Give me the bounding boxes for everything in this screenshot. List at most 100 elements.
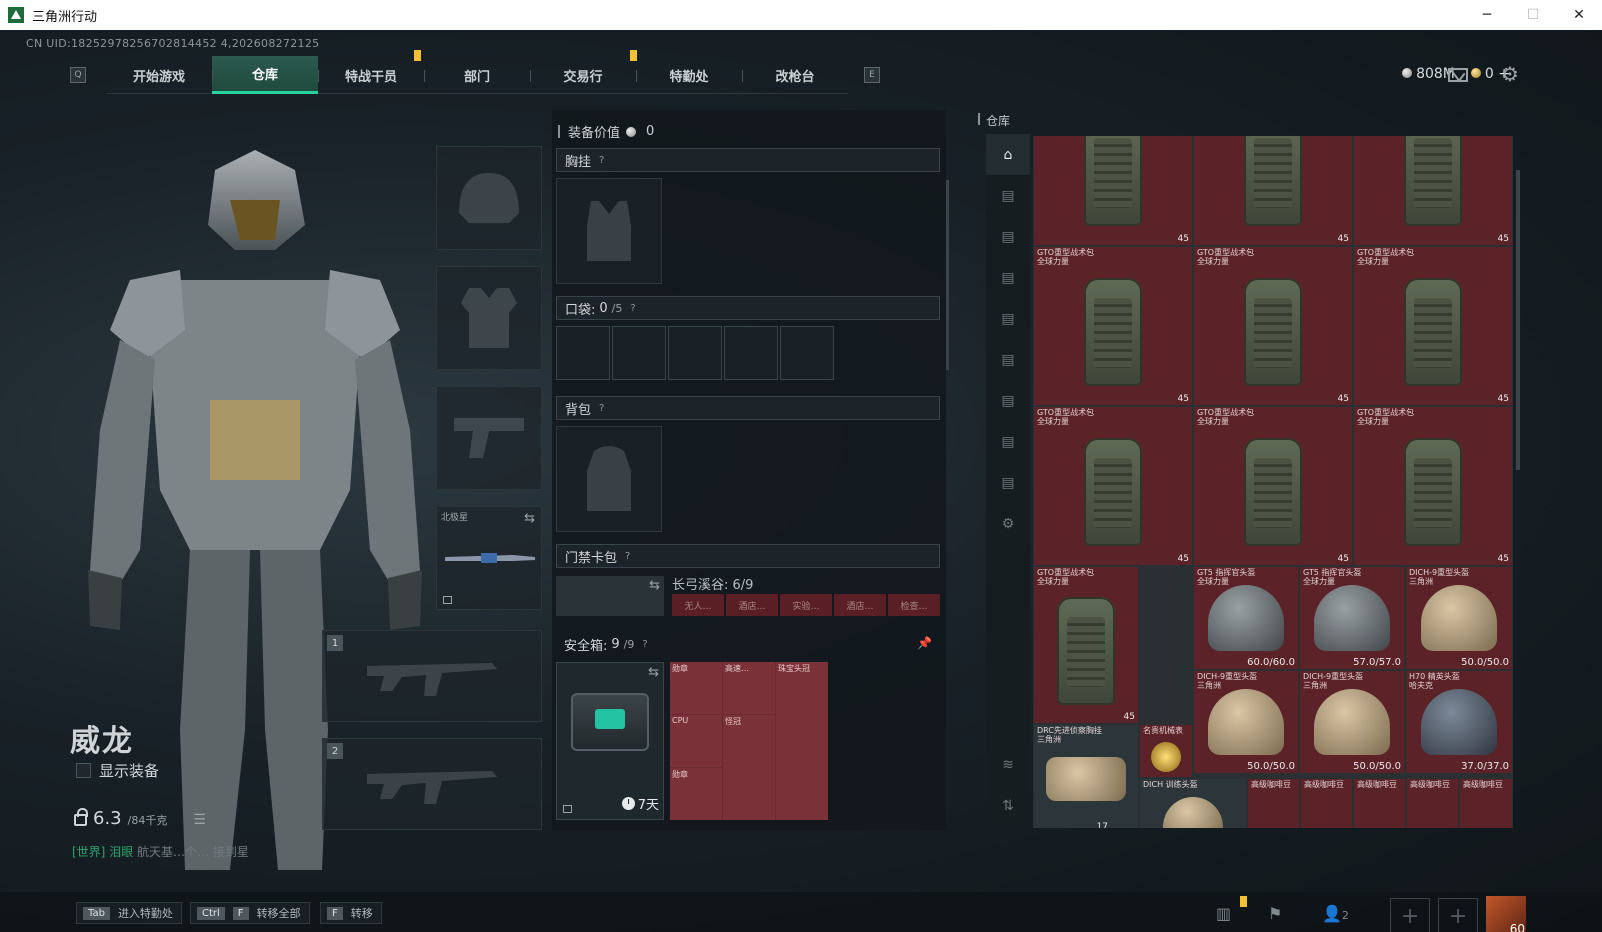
- key-item[interactable]: 检查…: [888, 594, 940, 616]
- safe-item[interactable]: 珠宝头冠: [776, 662, 828, 820]
- warehouse-item[interactable]: 45: [1193, 136, 1353, 246]
- mail-icon[interactable]: [1448, 68, 1468, 82]
- warehouse-item[interactable]: GT5 指挥官头盔 全球力量 60.0/60.0: [1193, 566, 1299, 670]
- warehouse-item[interactable]: GTO重型战术包 全球力量 45: [1193, 246, 1353, 406]
- storage-tab-icon[interactable]: ▤: [986, 175, 1030, 216]
- transfer-hint[interactable]: F 转移: [320, 902, 382, 924]
- stats-chart-icon[interactable]: ▥: [1216, 904, 1231, 923]
- swap-icon[interactable]: ⇆: [649, 578, 660, 593]
- gear-scrollbar[interactable]: [946, 180, 949, 370]
- storage-tab-icon[interactable]: ▤: [986, 380, 1030, 421]
- settings-gear-icon[interactable]: ⚙: [1500, 64, 1520, 84]
- storage-settings-icon[interactable]: ⚙: [986, 503, 1030, 544]
- storage-tab-icon[interactable]: ▤: [986, 339, 1030, 380]
- warehouse-item[interactable]: 高级咖啡豆: [1300, 778, 1353, 828]
- chest-rig-slot[interactable]: [556, 178, 662, 284]
- world-chat-line[interactable]: [世界] 泪眼 航天基…个… 接到星: [72, 843, 249, 860]
- warehouse-item[interactable]: DRC先进侦察胸挂 三角洲 17: [1033, 724, 1139, 828]
- secondary-weapon-slot[interactable]: 北极星 ⇆: [436, 506, 542, 610]
- backpack-slot[interactable]: [556, 426, 662, 532]
- tab-gunsmith[interactable]: 改枪台: [742, 56, 848, 94]
- safe-item[interactable]: CPU: [670, 715, 722, 767]
- pistol-slot[interactable]: [436, 386, 542, 490]
- primary-weapon-slot-1[interactable]: 1: [322, 630, 542, 722]
- warehouse-item[interactable]: 45: [1033, 136, 1193, 246]
- list-icon[interactable]: ☰: [193, 812, 206, 828]
- storage-tab-icon[interactable]: ▤: [986, 462, 1030, 503]
- pocket-slot[interactable]: [612, 326, 666, 380]
- swap-icon[interactable]: ⇆: [648, 665, 659, 680]
- tab-warehouse[interactable]: 仓库: [212, 56, 318, 94]
- minimize-button[interactable]: ─: [1464, 0, 1510, 30]
- warehouse-item[interactable]: 名贵机械表: [1139, 724, 1193, 778]
- key-item[interactable]: 无人…: [672, 594, 724, 616]
- storage-tab-icon[interactable]: ▤: [986, 298, 1030, 339]
- key-item[interactable]: 酒店…: [726, 594, 778, 616]
- prev-tab-key[interactable]: Q: [70, 67, 86, 83]
- warehouse-item[interactable]: GTO重型战术包 全球力量 45: [1353, 246, 1513, 406]
- sort-icon[interactable]: ⇅: [986, 785, 1030, 826]
- tab-start-game[interactable]: 开始游戏: [106, 56, 212, 94]
- team-invite-slot[interactable]: +: [1438, 898, 1478, 932]
- warehouse-item[interactable]: GTO重型战术包 全球力量 45: [1033, 566, 1139, 724]
- tab-operators[interactable]: 特战干员: [318, 50, 424, 94]
- warehouse-item[interactable]: GTO重型战术包 全球力量 45: [1033, 406, 1193, 566]
- friends-icon[interactable]: 👤2: [1322, 904, 1349, 923]
- next-tab-key[interactable]: E: [864, 67, 880, 83]
- maximize-button[interactable]: ☐: [1510, 0, 1556, 30]
- warehouse-item[interactable]: DICH-9重型头盔 三角洲 50.0/50.0: [1193, 670, 1299, 774]
- team-invite-slot[interactable]: +: [1390, 898, 1430, 932]
- help-icon[interactable]: ?: [630, 303, 635, 314]
- warehouse-item[interactable]: DICH-9重型头盔 三角洲 50.0/50.0: [1405, 566, 1513, 670]
- safe-item[interactable]: 怪冠: [723, 715, 775, 820]
- warehouse-home-icon[interactable]: ⌂: [986, 134, 1030, 175]
- warehouse-item[interactable]: GT5 指挥官头盔 全球力量 57.0/57.0: [1299, 566, 1405, 670]
- tab-special-ops[interactable]: 特勤处: [630, 50, 742, 94]
- flag-icon[interactable]: ⚑: [1268, 904, 1282, 923]
- pocket-slot[interactable]: [724, 326, 778, 380]
- warehouse-item[interactable]: DICH 训练头盔: [1139, 778, 1247, 828]
- warehouse-item[interactable]: 高级咖啡豆: [1406, 778, 1459, 828]
- player-avatar[interactable]: 60: [1486, 896, 1526, 932]
- warehouse-item[interactable]: 高级咖啡豆: [1459, 778, 1513, 828]
- warehouse-item[interactable]: GTO重型战术包 全球力量 45: [1193, 406, 1353, 566]
- help-icon[interactable]: ?: [642, 639, 647, 650]
- storage-tab-icon[interactable]: ▤: [986, 257, 1030, 298]
- warehouse-item[interactable]: H70 精英头盔 哈夫克 37.0/37.0: [1405, 670, 1513, 774]
- pocket-slot[interactable]: [556, 326, 610, 380]
- show-equipment-checkbox[interactable]: [76, 763, 91, 778]
- warehouse-item[interactable]: 45: [1353, 136, 1513, 246]
- safe-item[interactable]: 勋章: [670, 662, 722, 714]
- swap-icon[interactable]: ⇆: [524, 511, 535, 526]
- warehouse-item[interactable]: GTO重型战术包 全球力量 45: [1353, 406, 1513, 566]
- close-button[interactable]: ✕: [1556, 0, 1602, 30]
- safe-box-slot[interactable]: ⇆ 7天: [556, 662, 664, 820]
- tab-trading[interactable]: 交易行: [530, 56, 636, 94]
- pin-icon[interactable]: 📌: [917, 636, 932, 650]
- warehouse-item[interactable]: GTO重型战术包 全球力量 45: [1033, 246, 1193, 406]
- help-icon[interactable]: ?: [599, 403, 604, 414]
- show-equipment-toggle[interactable]: 显示装备: [76, 760, 159, 781]
- safe-item[interactable]: 勋章: [670, 768, 722, 820]
- armor-slot[interactable]: [436, 266, 542, 370]
- primary-weapon-slot-2[interactable]: 2: [322, 738, 542, 830]
- pocket-slot[interactable]: [780, 326, 834, 380]
- safe-item[interactable]: 高速…: [723, 662, 775, 714]
- helmet-slot[interactable]: [436, 146, 542, 250]
- keycard-bag-slot[interactable]: ⇆: [556, 576, 664, 616]
- warehouse-item[interactable]: DICH-9重型头盔 三角洲 50.0/50.0: [1299, 670, 1405, 774]
- help-icon[interactable]: ?: [599, 155, 604, 166]
- storage-tab-icon[interactable]: ▤: [986, 216, 1030, 257]
- warehouse-item[interactable]: 高级咖啡豆: [1353, 778, 1406, 828]
- storage-tab-icon[interactable]: ▤: [986, 421, 1030, 462]
- key-item[interactable]: 实验…: [780, 594, 832, 616]
- pocket-slot[interactable]: [668, 326, 722, 380]
- tab-department[interactable]: 部门: [424, 56, 530, 94]
- help-icon[interactable]: ?: [625, 551, 630, 562]
- warehouse-scrollbar[interactable]: [1516, 170, 1520, 470]
- enter-special-ops-hint[interactable]: Tab 进入特勤处: [76, 902, 182, 924]
- key-item[interactable]: 酒店…: [834, 594, 886, 616]
- transfer-all-hint[interactable]: Ctrl F 转移全部: [190, 902, 310, 924]
- layers-icon[interactable]: ≋: [986, 744, 1030, 785]
- warehouse-item[interactable]: 高级咖啡豆: [1247, 778, 1300, 828]
